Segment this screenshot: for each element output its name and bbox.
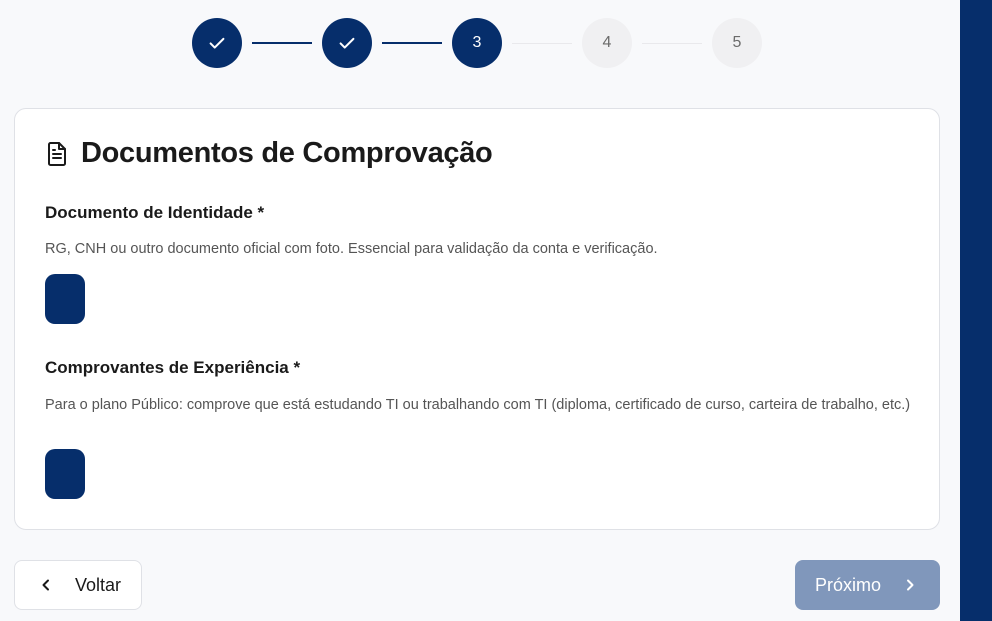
step-4: 4 <box>582 18 632 68</box>
step-connector <box>382 42 442 44</box>
card-title: Documentos de Comprovação <box>81 137 493 169</box>
step-connector <box>252 42 312 44</box>
documents-card: Documentos de Comprovação Documento de I… <box>14 108 940 530</box>
experience-proof-upload-button[interactable] <box>45 449 85 499</box>
identity-document-title: Documento de Identidade * <box>45 203 265 222</box>
chevron-left-icon <box>42 579 49 591</box>
card-header: Documentos de Comprovação <box>45 137 493 170</box>
experience-proof-title: Comprovantes de Experiência * <box>45 358 301 377</box>
right-side-panel <box>960 0 992 621</box>
step-5: 5 <box>712 18 762 68</box>
step-1 <box>192 18 242 68</box>
chevron-right-icon <box>907 579 914 591</box>
check-icon <box>209 37 225 49</box>
step-3: 3 <box>452 18 502 68</box>
next-button[interactable]: Próximo <box>795 560 940 610</box>
progress-stepper: 3 4 5 <box>0 0 960 90</box>
step-connector <box>642 43 702 44</box>
back-button[interactable]: Voltar <box>14 560 142 610</box>
experience-proof-description: Para o plano Público: comprove que está … <box>45 397 911 413</box>
identity-document-upload-button[interactable] <box>45 274 85 324</box>
identity-document-description: RG, CNH ou outro documento oficial com f… <box>45 241 658 257</box>
step-2 <box>322 18 372 68</box>
step-connector <box>512 43 572 44</box>
next-button-label: Próximo <box>815 574 882 595</box>
check-icon <box>339 37 355 49</box>
back-button-label: Voltar <box>75 574 122 595</box>
document-icon <box>48 141 66 166</box>
